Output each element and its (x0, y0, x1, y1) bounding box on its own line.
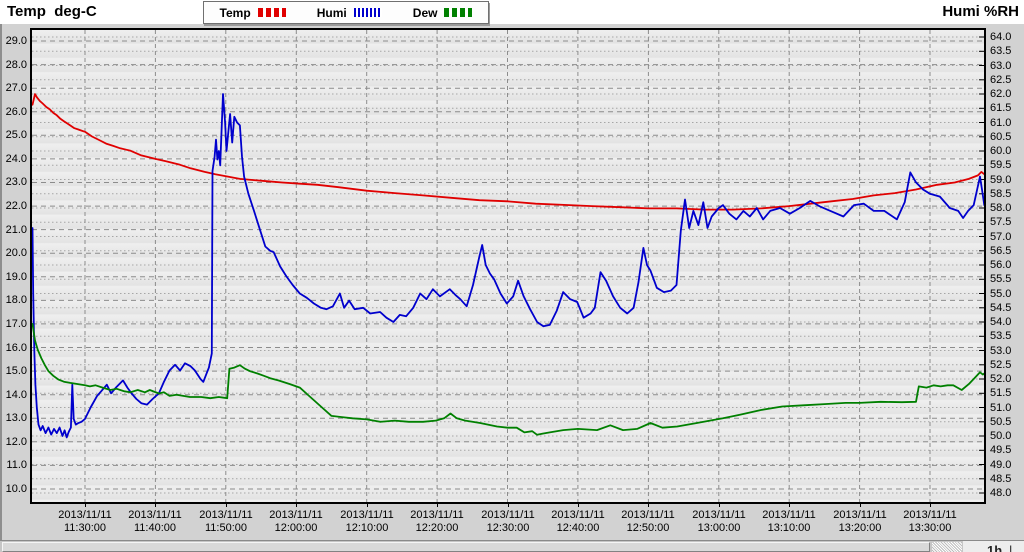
right-axis-tick-label: 56.5 (990, 245, 1011, 257)
dew-line-swatch-icon (444, 8, 472, 17)
left-axis-tick-label: 24.0 (0, 153, 27, 165)
right-axis-tick-label: 63.5 (990, 45, 1011, 57)
x-axis-tick (648, 504, 649, 507)
chart-header: Temp deg-C Humi %RH Temp Humi Dew (0, 0, 1024, 24)
time-scale-label: 1h (987, 542, 1002, 552)
right-axis-tick-label: 62.0 (990, 88, 1011, 100)
right-axis-tick-label: 58.5 (990, 188, 1011, 200)
right-axis-tick-label: 57.5 (990, 216, 1011, 228)
right-axis-tick-label: 55.0 (990, 288, 1011, 300)
chart-canvas (32, 30, 984, 502)
right-axis-tick-label: 49.0 (990, 459, 1011, 471)
x-axis-tick (789, 504, 790, 507)
right-axis-tick-label: 51.0 (990, 402, 1011, 414)
right-axis-tick-label: 64.0 (990, 31, 1011, 43)
time-scale-panel[interactable]: 1h | (963, 541, 1024, 552)
legend-item-temp: Temp (220, 6, 286, 20)
x-axis-tick (719, 504, 720, 507)
right-axis-tick-label: 58.0 (990, 202, 1011, 214)
left-axis-tick-label: 11.0 (0, 459, 27, 471)
right-axis-tick-label: 59.0 (990, 174, 1011, 186)
left-axis-tick-label: 22.0 (0, 200, 27, 212)
left-axis-tick-label: 16.0 (0, 342, 27, 354)
scrollbar-track[interactable] (932, 542, 962, 552)
left-axis-tick-label: 15.0 (0, 365, 27, 377)
right-axis-tick-label: 54.0 (990, 316, 1011, 328)
right-axis-tick-label: 59.5 (990, 159, 1011, 171)
x-axis-tick (437, 504, 438, 507)
legend-label-humi: Humi (317, 6, 347, 20)
left-axis-tick-label: 14.0 (0, 389, 27, 401)
left-axis-tick-label: 26.0 (0, 106, 27, 118)
right-axis-tick-label: 62.5 (990, 74, 1011, 86)
right-axis-tick-label: 50.0 (990, 430, 1011, 442)
right-axis-tick-label: 63.0 (990, 60, 1011, 72)
left-axis-tick-label: 25.0 (0, 129, 27, 141)
right-axis-tick-label: 61.0 (990, 117, 1011, 129)
humi-line-swatch-icon (354, 8, 382, 17)
x-axis-tick (296, 504, 297, 507)
right-axis-tick-label: 48.0 (990, 487, 1011, 499)
logger-chart-window: Temp deg-C Humi %RH Temp Humi Dew 29.0 28… (0, 0, 1024, 552)
left-axis-tick-label: 20.0 (0, 247, 27, 259)
legend-label-temp: Temp (220, 6, 251, 20)
right-axis-tick-label: 48.5 (990, 473, 1011, 485)
x-axis-tick (860, 504, 861, 507)
right-axis-tick-label: 57.0 (990, 231, 1011, 243)
left-axis-tick-label: 21.0 (0, 224, 27, 236)
x-axis-tick (578, 504, 579, 507)
scrollbar-thumb[interactable] (2, 542, 930, 552)
series-temp-line (33, 94, 985, 210)
x-axis-tick-label: 2013/11/1113:30:00 (887, 509, 973, 535)
right-axis-tick-label: 53.0 (990, 345, 1011, 357)
x-axis-tick (155, 504, 156, 507)
left-axis-tick-label: 27.0 (0, 82, 27, 94)
left-axis-tick-label: 10.0 (0, 483, 27, 495)
left-axis-tick-label: 17.0 (0, 318, 27, 330)
x-axis-tick (85, 504, 86, 507)
left-axis-tick-label: 23.0 (0, 176, 27, 188)
right-axis-tick-label: 54.5 (990, 302, 1011, 314)
right-axis-tick-label: 60.5 (990, 131, 1011, 143)
left-axis-tick-label: 12.0 (0, 436, 27, 448)
series-humi-line (33, 94, 985, 437)
left-axis-tick-label: 29.0 (0, 35, 27, 47)
x-axis-tick (367, 504, 368, 507)
right-axis-title: Humi %RH (942, 3, 1019, 20)
x-axis-tick (508, 504, 509, 507)
left-axis-tick-label: 13.0 (0, 412, 27, 424)
legend: Temp Humi Dew (203, 1, 489, 24)
left-axis-title: Temp deg-C (7, 3, 97, 20)
right-axis-tick-label: 51.5 (990, 387, 1011, 399)
right-axis-tick-label: 55.5 (990, 273, 1011, 285)
left-axis-tick-label: 19.0 (0, 271, 27, 283)
right-axis-tick-label: 53.5 (990, 330, 1011, 342)
right-axis-tick-label: 49.5 (990, 444, 1011, 456)
right-axis-tick-label: 60.0 (990, 145, 1011, 157)
left-axis-tick-label: 18.0 (0, 294, 27, 306)
left-axis-tick-label: 28.0 (0, 59, 27, 71)
temp-line-swatch-icon (258, 8, 286, 17)
panel-divider: | (1009, 542, 1012, 552)
right-axis-tick-label: 52.5 (990, 359, 1011, 371)
right-axis-tick-label: 50.5 (990, 416, 1011, 428)
x-axis-tick (226, 504, 227, 507)
horizontal-scrollbar: 1h | (0, 540, 1024, 552)
legend-label-dew: Dew (413, 6, 438, 20)
right-axis-tick-label: 52.0 (990, 373, 1011, 385)
x-axis-tick (930, 504, 931, 507)
right-axis-tick-label: 56.0 (990, 259, 1011, 271)
legend-item-dew: Dew (413, 6, 473, 20)
legend-item-humi: Humi (317, 6, 382, 20)
chart-plot-area (30, 28, 986, 504)
right-axis-tick-label: 61.5 (990, 102, 1011, 114)
